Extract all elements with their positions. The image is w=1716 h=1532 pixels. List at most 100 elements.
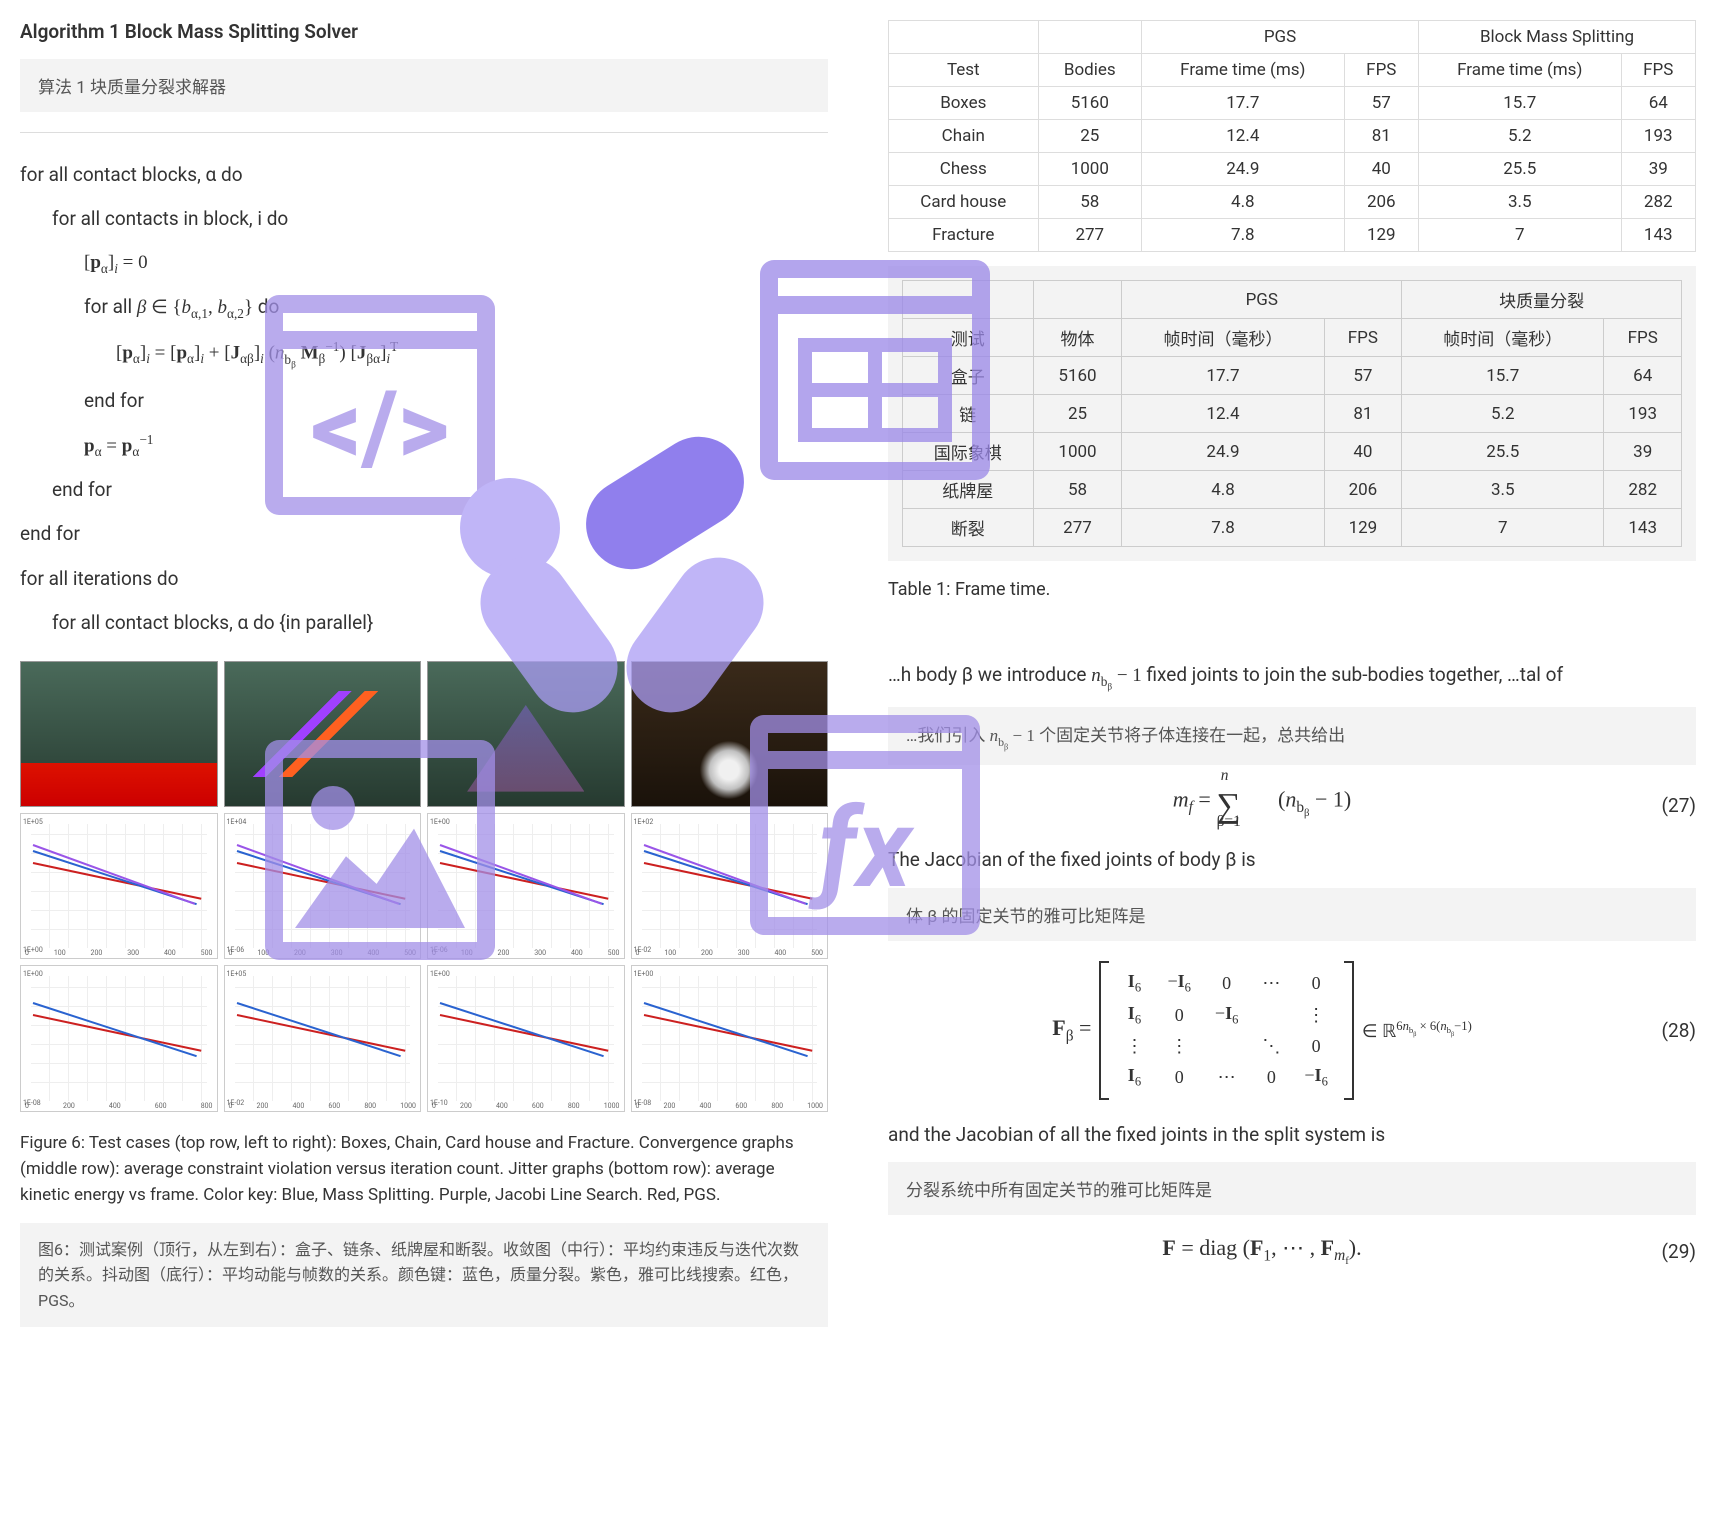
algo-line: for all iterations do: [20, 561, 828, 597]
table-caption: Table 1: Frame time.: [888, 579, 1696, 600]
table-cell: 5.2: [1419, 120, 1622, 153]
col-header: 块质量分裂: [1402, 281, 1682, 319]
table-cell: 193: [1604, 395, 1682, 433]
table-cell: 25.5: [1402, 433, 1604, 471]
table-cell: 40: [1324, 433, 1402, 471]
table-cell: 盒子: [903, 357, 1034, 395]
table-cell: 81: [1324, 395, 1402, 433]
body-paragraph: The Jacobian of the fixed joints of body…: [888, 845, 1696, 875]
matrix: I6−I60⋯0 I60−I6⋮ ⋮⋮⋱0 I60⋯0−I6: [1099, 961, 1353, 1100]
col-header: Frame time (ms): [1142, 54, 1345, 87]
table-cell: 58: [1038, 186, 1142, 219]
table-cell: 143: [1604, 509, 1682, 547]
table-cell: 129: [1324, 509, 1402, 547]
table-cell: 15.7: [1419, 87, 1622, 120]
algorithm-body: for all contact blocks, α do for all con…: [20, 157, 828, 641]
thumbnail-cardhouse: [427, 661, 625, 807]
table-cell: Boxes: [889, 87, 1039, 120]
col-header: FPS: [1604, 319, 1682, 357]
col-header: FPS: [1324, 319, 1402, 357]
table-cell: 24.9: [1122, 433, 1324, 471]
equation-number: (28): [1636, 1019, 1696, 1042]
table-cell: 5160: [1033, 357, 1122, 395]
convergence-graph: 1E+051E+00 0100200300400500: [20, 813, 218, 959]
table-cell: 12.4: [1142, 120, 1345, 153]
table-cell: 纸牌屋: [903, 471, 1034, 509]
table-cell: 206: [1324, 471, 1402, 509]
table-cell: 64: [1604, 357, 1682, 395]
table-cell: 7.8: [1122, 509, 1324, 547]
table-cell: 国际象棋: [903, 433, 1034, 471]
table-cell: Chain: [889, 120, 1039, 153]
equation-29: F = diag (F1, ⋯ , Fmf). (29): [888, 1235, 1696, 1267]
table-cell: 39: [1621, 153, 1695, 186]
table-cell: 277: [1033, 509, 1122, 547]
right-column: PGS Block Mass Splitting Test Bodies Fra…: [888, 20, 1696, 1327]
table-row: 链2512.4815.2193: [903, 395, 1682, 433]
algo-line: end for: [20, 472, 828, 508]
table-cell: 81: [1344, 120, 1418, 153]
table-cell: 193: [1621, 120, 1695, 153]
algo-formula: [pα]i = [pα]i + [Jαβ]i (nbβ Mβ−1) [Jβα]i…: [20, 334, 828, 374]
table-cell: 58: [1033, 471, 1122, 509]
algo-line: for all contacts in block, i do: [20, 201, 828, 237]
table-cell: 25: [1033, 395, 1122, 433]
algorithm-title: Algorithm 1 Block Mass Splitting Solver: [20, 20, 828, 43]
table-cell: 24.9: [1142, 153, 1345, 186]
table-cell: 1000: [1033, 433, 1122, 471]
col-header: FPS: [1621, 54, 1695, 87]
equation-27: mf = ∑β=1n (nbβ − 1) (27): [888, 785, 1696, 825]
table-cell: 17.7: [1122, 357, 1324, 395]
table-cell: 1000: [1038, 153, 1142, 186]
algo-line: for all β ∈ {bα,1, bα,2} do: [20, 289, 828, 326]
page-root: Algorithm 1 Block Mass Splitting Solver …: [20, 20, 1696, 1327]
table-row: 国际象棋100024.94025.539: [903, 433, 1682, 471]
table-row: Boxes516017.75715.764: [889, 87, 1696, 120]
table-cell: 282: [1604, 471, 1682, 509]
algo-formula: [pα]i = 0: [20, 245, 828, 281]
equation-number: (29): [1636, 1240, 1696, 1263]
jitter-graph: 1E+001E-10 02004006008001000: [427, 965, 625, 1111]
table-row: 盒子516017.75715.764: [903, 357, 1682, 395]
table-cell: Card house: [889, 186, 1039, 219]
equation-28: Fβ = I6−I60⋯0 I60−I6⋮ ⋮⋮⋱0 I60⋯0−I6 ∈ ℝ6…: [888, 961, 1696, 1100]
table-row: Card house584.82063.5282: [889, 186, 1696, 219]
algorithm-rule: [20, 132, 828, 133]
body-paragraph-translation: …我们引入 nbβ − 1 个固定关节将子体连接在一起，总共给出: [888, 707, 1696, 765]
table-cell: 277: [1038, 219, 1142, 252]
col-header: PGS: [1142, 21, 1419, 54]
figure6-grid: 1E+051E+00 0100200300400500 1E+041E-06 0…: [20, 661, 828, 1112]
results-table: PGS Block Mass Splitting Test Bodies Fra…: [888, 20, 1696, 252]
col-header: Block Mass Splitting: [1419, 21, 1696, 54]
convergence-graph: 1E+041E-06 0100200300400500: [224, 813, 422, 959]
table-cell: 3.5: [1402, 471, 1604, 509]
body-paragraph-translation: 分裂系统中所有固定关节的雅可比矩阵是: [888, 1162, 1696, 1215]
col-header: 帧时间（毫秒）: [1122, 319, 1324, 357]
table-cell: Chess: [889, 153, 1039, 186]
table-cell: 7: [1419, 219, 1622, 252]
jitter-graph: 1E+051E-02 02004006008001000: [224, 965, 422, 1111]
algo-line: for all contact blocks, α do: [20, 157, 828, 193]
table-cell: 7.8: [1142, 219, 1345, 252]
table-cell: 206: [1344, 186, 1418, 219]
thumbnail-boxes: [20, 661, 218, 807]
table-row: 断裂2777.81297143: [903, 509, 1682, 547]
table-cell: 5.2: [1402, 395, 1604, 433]
table-cell: 4.8: [1142, 186, 1345, 219]
col-header: 物体: [1033, 319, 1122, 357]
col-header: Frame time (ms): [1419, 54, 1622, 87]
table-cell: 断裂: [903, 509, 1034, 547]
table-cell: 12.4: [1122, 395, 1324, 433]
convergence-graph: 1E+001E-06 0100200300400500: [427, 813, 625, 959]
table-cell: 17.7: [1142, 87, 1345, 120]
table-cell: 链: [903, 395, 1034, 433]
col-header: FPS: [1344, 54, 1418, 87]
table-cell: 57: [1324, 357, 1402, 395]
col-header: 测试: [903, 319, 1034, 357]
table-cell: 129: [1344, 219, 1418, 252]
table-row: 纸牌屋584.82063.5282: [903, 471, 1682, 509]
figure6-caption-translation: 图6：测试案例（顶行，从左到右）：盒子、链条、纸牌屋和断裂。收敛图（中行）：平均…: [20, 1223, 828, 1328]
thumbnail-fracture: [631, 661, 829, 807]
jitter-graph: 1E+001E-08 0200400600800: [20, 965, 218, 1111]
figure6-caption: Figure 6: Test cases (top row, left to r…: [20, 1130, 828, 1209]
